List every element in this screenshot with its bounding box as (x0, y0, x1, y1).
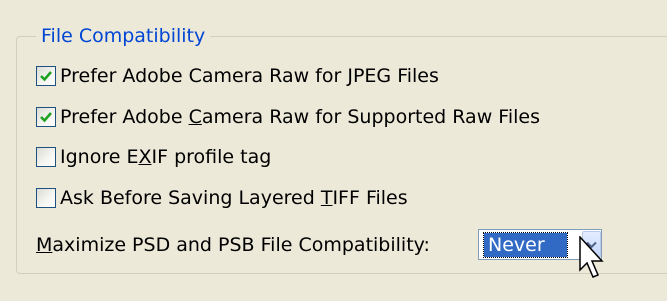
prefer-acr-jpeg-checkbox[interactable]: Prefer Adobe Camera Raw for JPEG Files (36, 64, 439, 88)
option-label: Prefer Adobe Camera Raw for Supported Ra… (60, 106, 540, 128)
checkmark-icon (40, 112, 52, 123)
group-title: File Compatibility (36, 24, 211, 48)
select-value[interactable]: Never (483, 232, 568, 258)
mouse-pointer-icon (579, 236, 604, 278)
checkbox-box[interactable] (36, 147, 56, 167)
maximize-compatibility-label: Maximize PSD and PSB File Compatibility: (36, 234, 430, 256)
checkmark-icon (40, 71, 52, 82)
prefer-acr-raw-checkbox[interactable]: Prefer Adobe Camera Raw for Supported Ra… (36, 105, 540, 129)
checkbox-box[interactable] (36, 66, 56, 86)
option-label: Ask Before Saving Layered TIFF Files (60, 187, 408, 209)
option-label: Ignore EXIF profile tag (60, 146, 272, 168)
checkbox-box[interactable] (36, 107, 56, 127)
option-label: Prefer Adobe Camera Raw for JPEG Files (60, 65, 439, 87)
checkbox-box[interactable] (36, 188, 56, 208)
ignore-exif-checkbox[interactable]: Ignore EXIF profile tag (36, 145, 271, 169)
ask-before-saving-tiff-checkbox[interactable]: Ask Before Saving Layered TIFF Files (36, 186, 408, 210)
